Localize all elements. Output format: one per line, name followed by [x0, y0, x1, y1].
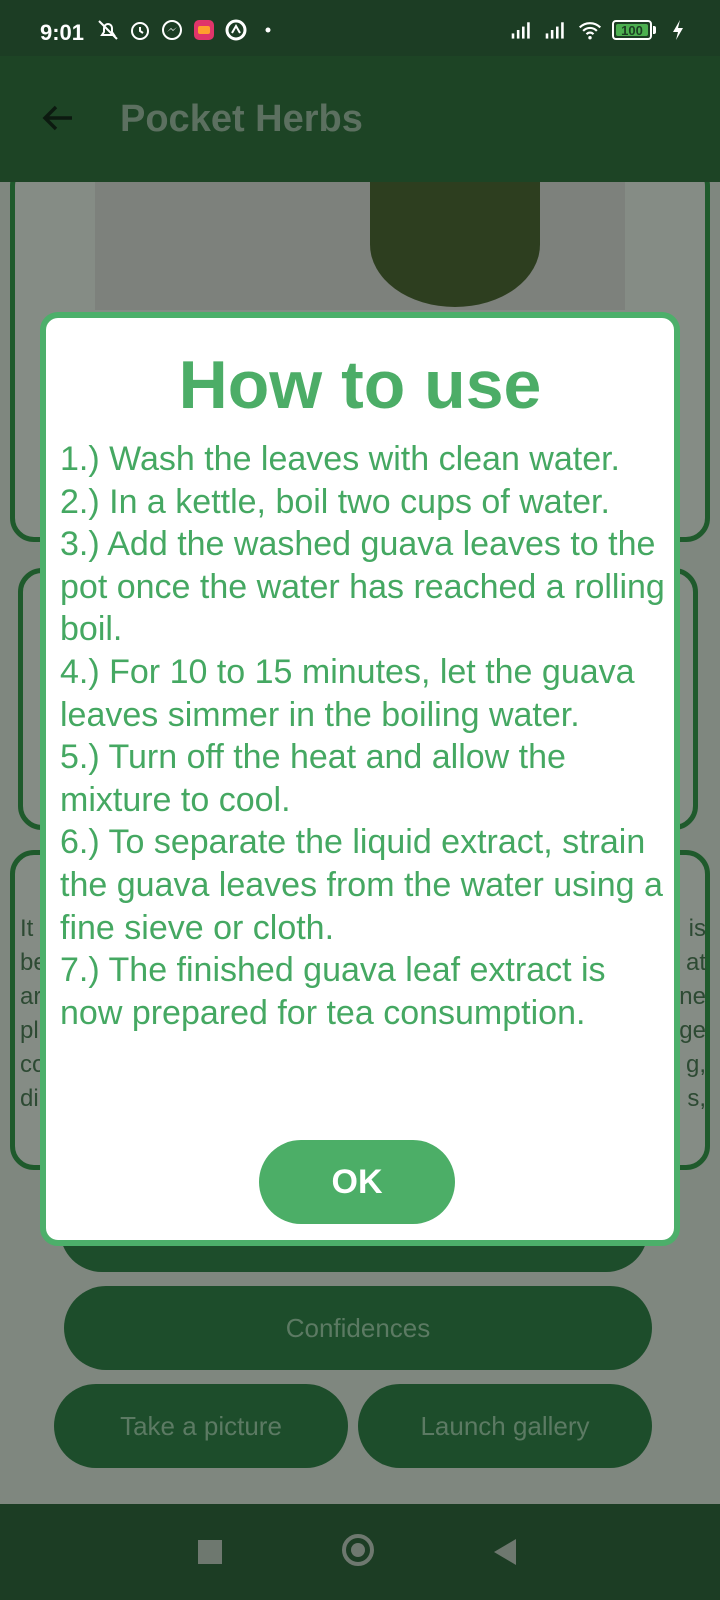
nav-back-icon[interactable]: [494, 1539, 516, 1565]
battery-icon: 100: [612, 20, 656, 40]
launch-gallery-button[interactable]: Launch gallery: [358, 1384, 652, 1468]
status-icons-right: 100: [510, 18, 690, 42]
status-time: 9:01: [40, 20, 85, 45]
step-item: 3.) Add the washed guava leaves to the p…: [60, 525, 665, 649]
recents-icon[interactable]: [198, 1540, 222, 1564]
messenger-icon: [160, 18, 184, 42]
take-picture-button[interactable]: Take a picture: [54, 1384, 348, 1468]
lazada-icon: [192, 18, 216, 42]
assistant-icon: [224, 18, 248, 42]
signal-icon-2: [544, 18, 568, 42]
step-item: 2.) In a kettle, boil two cups of water.: [60, 482, 610, 521]
herb-image: [95, 182, 625, 310]
step-item: 4.) For 10 to 15 minutes, let the guava …: [60, 652, 635, 734]
wifi-icon: [578, 18, 602, 42]
step-item: 5.) Turn off the heat and allow the mixt…: [60, 738, 566, 819]
dot-icon: [256, 18, 280, 42]
home-icon[interactable]: [342, 1534, 374, 1566]
back-arrow-icon[interactable]: [38, 98, 78, 138]
step-item: 1.) Wash the leaves with clean water.: [60, 440, 621, 478]
step-item: 6.) To separate the liquid extract, stra…: [60, 823, 663, 947]
leaf-image-shape: [370, 182, 540, 307]
alarm-icon: [128, 18, 152, 42]
signal-icon: [510, 18, 534, 42]
battery-level: 100: [621, 22, 643, 38]
ok-button[interactable]: OK: [259, 1140, 455, 1224]
charging-icon: [666, 18, 690, 42]
app-title: Pocket Herbs: [120, 98, 363, 140]
dialog-steps: 1.) Wash the leaves with clean water. 2.…: [60, 438, 672, 1034]
mute-bell-icon: [96, 18, 120, 42]
status-icons-left: [96, 18, 280, 42]
app-bar: Pocket Herbs: [0, 56, 720, 182]
status-bar: 9:01 100: [0, 0, 720, 56]
confidences-button[interactable]: Confidences: [64, 1286, 652, 1370]
navigation-bar: [0, 1504, 720, 1600]
dialog-title: How to use: [178, 347, 542, 423]
how-to-use-dialog: How to use 1.) Wash the leaves with clea…: [40, 312, 680, 1246]
step-item: 7.) The finished guava leaf extract is n…: [60, 951, 606, 1032]
